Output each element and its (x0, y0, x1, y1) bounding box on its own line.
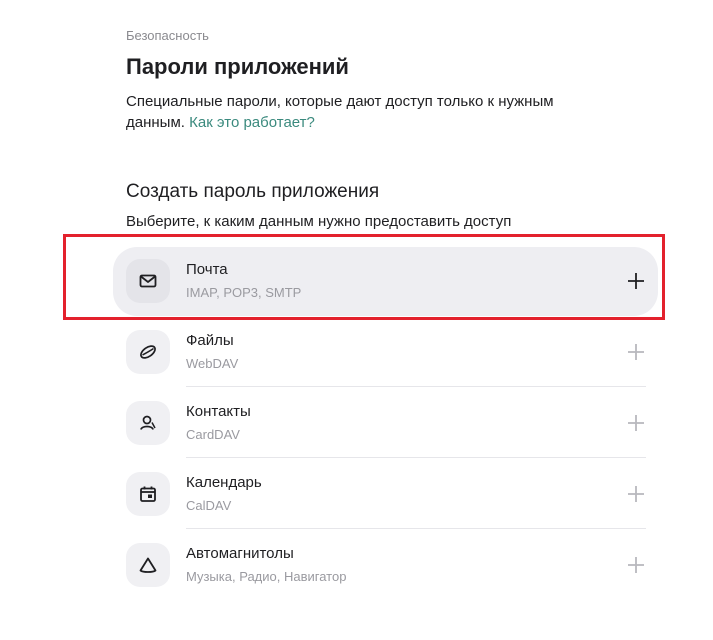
divider (186, 457, 646, 458)
plus-icon[interactable] (626, 484, 646, 504)
item-sublabel: CardDAV (186, 427, 240, 442)
section-subtitle: Выберите, к каким данным нужно предостав… (126, 213, 512, 230)
item-label: Почта (186, 261, 228, 278)
page-title: Пароли приложений (126, 54, 349, 79)
item-sublabel: CalDAV (186, 498, 232, 513)
item-label: Контакты (186, 403, 251, 420)
app-type-item-calendar[interactable]: Календарь CalDAV (113, 460, 658, 529)
disk-icon (126, 330, 170, 374)
app-type-item-mail[interactable]: Почта IMAP, POP3, SMTP (113, 247, 658, 316)
item-sublabel: IMAP, POP3, SMTP (186, 285, 302, 300)
car-audio-icon (126, 543, 170, 587)
help-link[interactable]: Как это работает? (189, 114, 315, 131)
item-sublabel: WebDAV (186, 356, 239, 371)
app-type-item-contacts[interactable]: Контакты CardDAV (113, 389, 658, 458)
item-label: Календарь (186, 474, 262, 491)
app-type-item-files[interactable]: Файлы WebDAV (113, 318, 658, 387)
plus-icon[interactable] (626, 555, 646, 575)
plus-icon[interactable] (626, 342, 646, 362)
item-label: Автомагнитолы (186, 545, 294, 562)
divider (186, 528, 646, 529)
section-title: Создать пароль приложения (126, 181, 380, 202)
contacts-icon (126, 401, 170, 445)
plus-icon[interactable] (626, 271, 646, 291)
item-sublabel: Музыка, Радио, Навигатор (186, 569, 347, 584)
mail-icon (126, 259, 170, 303)
divider (186, 386, 646, 387)
item-label: Файлы (186, 332, 234, 349)
breadcrumb[interactable]: Безопасность (126, 28, 209, 43)
page-description: Специальные пароли, которые дают доступ … (126, 91, 606, 133)
app-passwords-page: Безопасность Пароли приложений Специальн… (0, 0, 713, 640)
app-type-item-car-audio[interactable]: Автомагнитолы Музыка, Радио, Навигатор (113, 531, 658, 600)
plus-icon[interactable] (626, 413, 646, 433)
calendar-icon (126, 472, 170, 516)
